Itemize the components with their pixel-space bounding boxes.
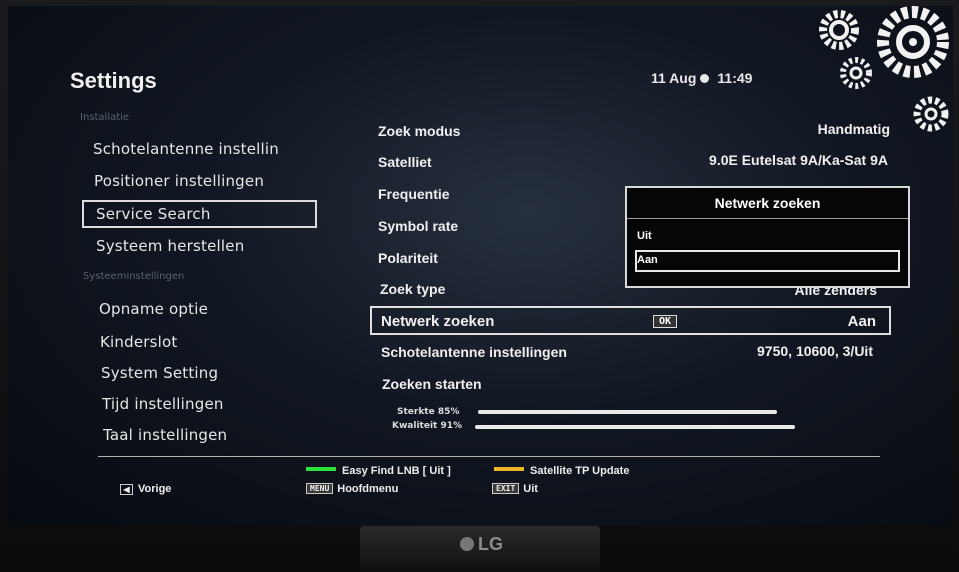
menu-key-icon: MENU [306,483,334,494]
section-install: Installatie [80,112,130,123]
quality-meter-bar [475,425,795,429]
row-label-zoek-modus[interactable]: Zoek modus [378,123,460,139]
main-menu-hint[interactable]: MENU Hoofdmenu [306,483,398,495]
page-title: Settings [70,68,157,93]
section-system: Systeeminstellingen [83,271,185,282]
sidebar-item-schotelantenne[interactable]: Schotelantenne instellin [93,140,279,158]
quality-label: Kwaliteit 91% [392,421,462,431]
footer-divider [98,456,880,457]
green-key-label: Easy Find LNB [ Uit ] [342,465,451,477]
yellow-key-icon [494,467,524,471]
date-text: 11 Aug [651,70,697,86]
row-label-symbol-rate[interactable]: Symbol rate [378,218,458,234]
strength-pct: 85% [437,407,460,417]
satellite-tp-update-hint[interactable]: Satellite TP Update [494,465,629,477]
quality-label-text: Kwaliteit [392,421,438,431]
row-value-satelliet: 9.0E Eutelsat 9A/Ka-Sat 9A [709,152,888,168]
exit-label: Uit [523,483,538,495]
row-label-netwerk-zoeken[interactable]: Netwerk zoeken [381,313,494,330]
yellow-key-label: Satellite TP Update [530,465,630,477]
row-value-netwerk-zoeken: Aan [847,313,876,330]
tv-screen: Settings 11 Aug 11:49 Installatie Schotel… [8,6,953,526]
sidebar-item-positioner[interactable]: Positioner instellingen [94,172,264,190]
sidebar-item-tijd-instellingen[interactable]: Tijd instellingen [102,395,224,413]
sidebar-item-systeem-herstellen[interactable]: Systeem herstellen [96,237,244,255]
date-time: 11 Aug 11:49 [651,70,752,86]
popup-selection-highlight [635,250,900,272]
ok-key-icon: OK [653,315,678,328]
easy-find-lnb-hint[interactable]: Easy Find LNB [ Uit ] [306,465,451,477]
sidebar-item-opname-optie[interactable]: Opname optie [99,300,208,318]
lg-logo-icon [460,537,474,551]
quality-pct: 91% [440,421,463,431]
tv-brand-text: LG [478,534,503,554]
row-label-schotelantenne-instellingen[interactable]: Schotelantenne instellingen [381,344,567,360]
row-label-satelliet[interactable]: Satelliet [378,154,432,170]
row-label-polariteit[interactable]: Polariteit [378,250,438,266]
row-label-frequentie[interactable]: Frequentie [378,186,450,202]
popup-option-aan[interactable]: Aan [637,254,658,266]
row-label-zoek-type[interactable]: Zoek type [380,281,445,297]
strength-label-text: Sterkte [397,407,435,417]
time-text: 11:49 [717,70,753,86]
back-button[interactable]: ◀ Vorige [120,483,171,495]
popup-option-uit[interactable]: Uit [637,230,652,242]
row-value-schotelantenne-instellingen: 9750, 10600, 3/Uit [757,343,873,359]
row-value-zoek-modus: Handmatig [817,121,890,137]
zoeken-starten-button[interactable]: Zoeken starten [382,376,482,392]
sidebar-item-taal-instellingen[interactable]: Taal instellingen [103,426,227,444]
strength-label: Sterkte 85% [397,407,459,417]
green-key-icon [306,467,336,471]
popup-title: Netwerk zoeken [627,188,908,219]
exit-key-icon: EXIT [492,483,520,494]
sidebar-item-service-search[interactable]: Service Search [96,205,211,223]
separator-dot-icon [700,74,710,83]
left-arrow-key-icon: ◀ [120,484,133,495]
tv-brand-logo: LG [460,534,503,555]
strength-meter-bar [478,410,777,414]
exit-hint[interactable]: EXIT Uit [492,483,538,495]
back-label: Vorige [138,483,172,495]
menu-label: Hoofdmenu [337,483,399,495]
sidebar-item-kinderslot[interactable]: Kinderslot [100,333,177,351]
netwerk-zoeken-popup: Netwerk zoeken Uit Aan [625,186,910,288]
sidebar-item-system-setting[interactable]: System Setting [101,364,218,382]
